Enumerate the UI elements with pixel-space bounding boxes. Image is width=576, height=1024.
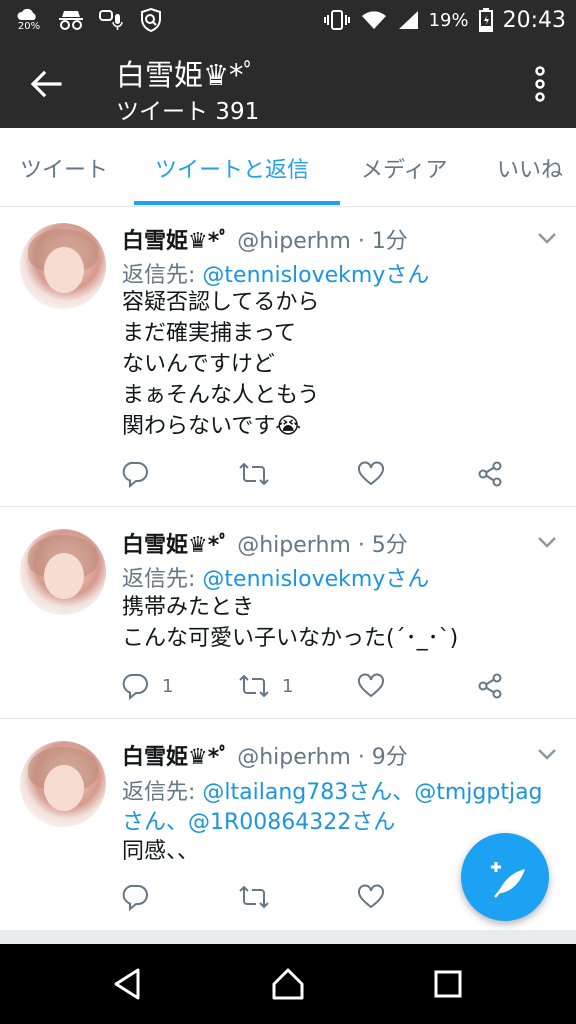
home-icon[interactable] xyxy=(268,964,308,1004)
reply-icon xyxy=(122,673,148,700)
reply-mention-link[interactable]: @ltailang783さん、@tmjgptjag xyxy=(202,780,542,805)
tweet-header: 白雪姫♛*ﾟ @hiperhm · 5分 xyxy=(122,527,408,559)
display-name[interactable]: 白雪姫♛*ﾟ xyxy=(122,533,230,558)
avatar[interactable] xyxy=(20,741,106,827)
notification-icons: 20% xyxy=(14,6,164,34)
status-bar: 20% 19% 20:43 xyxy=(0,0,576,40)
page-title: 白雪姫♛*ﾟ xyxy=(116,58,258,92)
back-triangle-icon[interactable] xyxy=(108,964,148,1004)
reply-prefix: 返信先: xyxy=(122,263,203,288)
feed-divider xyxy=(0,930,576,944)
reply-button[interactable] xyxy=(122,882,162,912)
weather-percent: 20% xyxy=(17,21,41,32)
compose-tweet-icon xyxy=(491,862,525,898)
tweet[interactable]: 白雪姫♛*ﾟ @hiperhm · 1分 返信先: @tennislovekmy… xyxy=(0,207,576,507)
reply-prefix: 返信先: xyxy=(122,780,203,805)
reply-to-line: 返信先: @ltailang783さん、@tmjgptjag xyxy=(122,774,543,806)
reply-mention-link[interactable]: @tennislovekmyさん xyxy=(202,567,429,592)
handle-and-time: @hiperhm · 5分 xyxy=(237,533,408,558)
heart-icon xyxy=(358,461,384,486)
tweet-header: 白雪姫♛*ﾟ @hiperhm · 9分 xyxy=(122,739,408,771)
reply-icon xyxy=(122,461,148,488)
avatar[interactable] xyxy=(20,529,106,615)
tab-media[interactable]: メディア xyxy=(361,152,447,184)
retweet-icon xyxy=(239,885,269,909)
heart-icon xyxy=(358,884,384,909)
tab-tweets-and-replies[interactable]: ツイートと返信 xyxy=(155,152,309,184)
active-tab-indicator xyxy=(134,201,340,205)
tab-tweets[interactable]: ツイート xyxy=(20,152,108,184)
share-button[interactable] xyxy=(476,459,504,489)
clock: 20:43 xyxy=(502,7,566,33)
voice-message-icon xyxy=(98,8,124,32)
chevron-down-icon[interactable] xyxy=(536,231,558,245)
battery-percent: 19% xyxy=(428,9,469,31)
tweet-text: 同感、、 xyxy=(122,839,200,864)
tweet-count: ツイート 391 xyxy=(116,99,260,125)
handle-and-time: @hiperhm · 1分 xyxy=(237,229,408,254)
tweet-header: 白雪姫♛*ﾟ @hiperhm · 1分 xyxy=(122,223,408,255)
reply-icon xyxy=(122,884,148,911)
reply-to-line: 返信先: @tennislovekmyさん xyxy=(122,257,429,289)
avatar[interactable] xyxy=(20,223,106,309)
share-icon xyxy=(478,673,502,699)
more-vertical-icon[interactable] xyxy=(530,66,550,102)
incognito-icon xyxy=(58,8,84,32)
cellular-signal-icon xyxy=(398,11,418,29)
tweet-text: 携帯みたとき こんな可愛い子いなかった(´･_･`) xyxy=(122,595,459,651)
retweet-icon xyxy=(239,674,269,698)
chevron-down-icon[interactable] xyxy=(536,535,558,549)
tweet-text: 容疑否認してるから まだ確実捕まって ないんですけど まぁそんな人ともう 関わら… xyxy=(122,290,320,439)
share-icon xyxy=(478,461,502,487)
tweet-actions: 1 1 xyxy=(122,671,522,701)
chevron-down-icon[interactable] xyxy=(536,747,558,761)
shield-icon xyxy=(138,7,164,33)
reply-prefix: 返信先: xyxy=(122,567,203,592)
reply-button[interactable] xyxy=(122,459,162,489)
battery-icon xyxy=(478,8,493,32)
display-name[interactable]: 白雪姫♛*ﾟ xyxy=(122,229,230,254)
system-indicators: 19% 20:43 xyxy=(323,0,566,40)
tweet-actions xyxy=(122,459,522,489)
retweet-button[interactable] xyxy=(238,882,282,912)
reply-to-line: 返信先: @tennislovekmyさん xyxy=(122,561,429,593)
recent-apps-icon[interactable] xyxy=(428,964,468,1004)
retweet-button[interactable] xyxy=(238,459,282,489)
heart-icon xyxy=(358,673,384,698)
reply-mention-link-continued[interactable]: さん、@1R00864322さん xyxy=(122,804,395,836)
profile-header: 白雪姫♛*ﾟ ツイート 391 xyxy=(0,40,576,128)
vibrate-icon xyxy=(323,10,350,30)
profile-tabs: ツイート ツイートと返信 メディア いいね xyxy=(0,128,576,207)
like-button[interactable] xyxy=(357,671,385,701)
reply-button[interactable]: 1 xyxy=(122,671,173,701)
arrow-left-icon[interactable] xyxy=(26,64,66,104)
reply-mention-link[interactable]: @tennislovekmyさん xyxy=(202,263,429,288)
retweet-button[interactable]: 1 xyxy=(238,671,293,701)
like-button[interactable] xyxy=(357,459,385,489)
compose-tweet-button[interactable] xyxy=(461,833,549,921)
reply-count: 1 xyxy=(162,675,174,697)
system-navigation-bar xyxy=(0,944,576,1024)
tweet[interactable]: 白雪姫♛*ﾟ @hiperhm · 5分 返信先: @tennislovekmy… xyxy=(0,507,576,719)
wifi-icon xyxy=(361,11,386,29)
display-name[interactable]: 白雪姫♛*ﾟ xyxy=(122,745,230,770)
retweet-icon xyxy=(239,462,269,486)
like-button[interactable] xyxy=(357,882,385,912)
retweet-count: 1 xyxy=(282,675,294,697)
share-button[interactable] xyxy=(476,671,504,701)
weather-icon: 20% xyxy=(14,8,44,32)
tab-likes[interactable]: いいね xyxy=(497,152,563,184)
handle-and-time: @hiperhm · 9分 xyxy=(237,745,408,770)
